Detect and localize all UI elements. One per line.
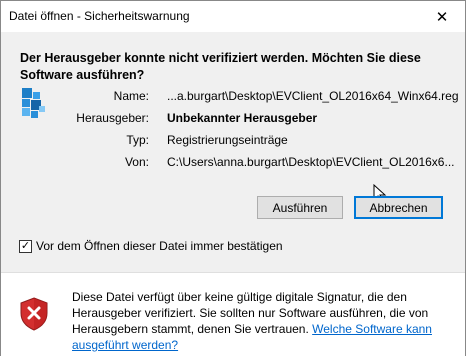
signature-warning-panel: Diese Datei verfügt über keine gültige d…	[1, 272, 465, 356]
checkmark-icon: ✓	[20, 239, 31, 252]
publisher-label: Herausgeber:	[76, 111, 149, 125]
window-title: Datei öffnen - Sicherheitswarnung	[9, 9, 190, 23]
run-button-label: Ausführen	[272, 200, 328, 215]
dialog-body: Der Herausgeber konnte nicht verifiziert…	[1, 32, 465, 272]
cancel-button[interactable]: Abbrechen	[354, 196, 443, 219]
security-warning-dialog: Datei öffnen - Sicherheitswarnung ✕ Der …	[0, 0, 466, 356]
publisher-value: Unbekannter Herausgeber	[167, 111, 318, 125]
always-confirm-checkbox[interactable]: ✓	[19, 239, 32, 253]
from-label: Von:	[124, 155, 149, 169]
title-bar: Datei öffnen - Sicherheitswarnung ✕	[1, 1, 465, 32]
close-icon: ✕	[435, 8, 449, 26]
cancel-button-label: Abbrechen	[369, 200, 428, 215]
run-button[interactable]: Ausführen	[257, 196, 343, 219]
type-label: Typ:	[126, 133, 149, 147]
close-button[interactable]: ✕	[419, 1, 465, 32]
name-value: ...a.burgart\Desktop\EVClient_OL2016x64_…	[167, 89, 459, 103]
always-confirm-option[interactable]: ✓ Vor dem Öffnen dieser Datei immer best…	[19, 239, 283, 253]
warning-heading: Der Herausgeber konnte nicht verifiziert…	[20, 51, 421, 82]
signature-warning-text: Diese Datei verfügt über keine gültige d…	[72, 289, 442, 353]
type-value: Registrierungseinträge	[167, 133, 288, 147]
name-label: Name:	[113, 89, 149, 103]
shield-error-icon	[20, 297, 48, 331]
from-value: C:\Users\anna.burgart\Desktop\EVClient_O…	[167, 155, 455, 169]
always-confirm-label: Vor dem Öffnen dieser Datei immer bestät…	[36, 239, 283, 253]
